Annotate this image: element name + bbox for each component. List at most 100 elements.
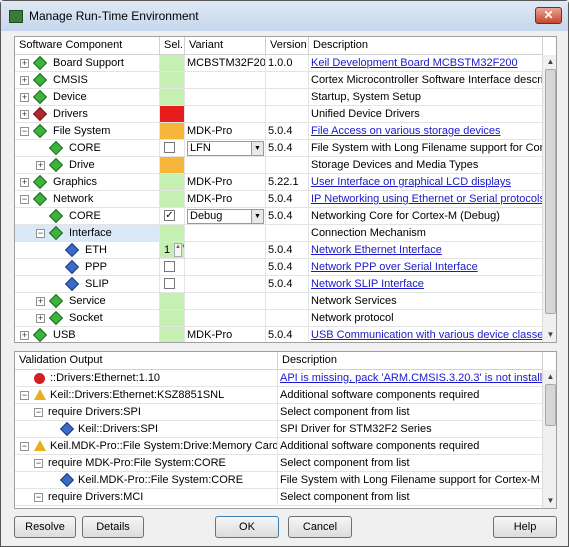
sel-cell[interactable] — [160, 157, 185, 174]
header-validation-output[interactable]: Validation Output — [15, 352, 278, 370]
expand-icon[interactable]: + — [36, 314, 45, 323]
validation-output-cell[interactable]: ::Drivers:Ethernet:1.10 — [15, 370, 278, 387]
component-name-cell[interactable]: CORE — [15, 140, 160, 157]
component-name-cell[interactable]: CORE — [15, 208, 160, 225]
collapse-icon[interactable]: − — [20, 391, 29, 400]
header-sel[interactable]: Sel. — [160, 37, 185, 55]
select-checkbox[interactable]: ✓ — [164, 210, 175, 222]
sel-cell[interactable] — [160, 276, 185, 293]
expand-icon[interactable]: + — [20, 76, 29, 85]
component-row[interactable]: + Device Startup, System Setup — [15, 89, 543, 106]
validation-row[interactable]: − Keil.MDK-Pro::File System:Drive:Memory … — [15, 438, 543, 455]
component-row[interactable]: SLIP 5.0.4 Network SLIP Interface — [15, 276, 543, 293]
component-name-cell[interactable]: + Drivers — [15, 106, 160, 123]
description-link[interactable]: Network Ethernet Interface — [309, 242, 543, 259]
validation-output-cell[interactable]: − require Drivers:MCI — [15, 489, 278, 506]
scroll-up-arrow-icon[interactable]: ▲ — [543, 55, 556, 69]
component-row[interactable]: + Graphics MDK-Pro 5.22.1 User Interface on … — [15, 174, 543, 191]
scroll-up-arrow-icon[interactable]: ▲ — [543, 370, 556, 384]
component-row[interactable]: + Service Network Services — [15, 293, 543, 310]
scroll-thumb[interactable] — [545, 384, 556, 426]
validation-output-cell[interactable]: − Keil::Drivers:Ethernet:KSZ8851SNL — [15, 387, 278, 404]
component-name-cell[interactable]: + Socket — [15, 310, 160, 327]
component-row[interactable]: + USB MDK-Pro 5.0.4 USB Communication with v… — [15, 327, 543, 342]
header-validation-description[interactable]: Description — [278, 352, 543, 370]
component-name-cell[interactable]: ETH — [15, 242, 160, 259]
collapse-icon[interactable]: − — [20, 442, 29, 451]
sel-cell[interactable] — [160, 225, 185, 242]
variant-cell[interactable]: LFN ▼ — [185, 140, 266, 157]
component-name-cell[interactable]: − File System — [15, 123, 160, 140]
sel-cell[interactable] — [160, 89, 185, 106]
sel-cell[interactable] — [160, 259, 185, 276]
validation-row[interactable]: − require MDK-Pro:File System:CORE Select … — [15, 455, 543, 472]
component-row[interactable]: + CMSIS Cortex Microcontroller Software In… — [15, 72, 543, 89]
scroll-thumb[interactable] — [545, 69, 556, 314]
component-name-cell[interactable]: − Network — [15, 191, 160, 208]
component-scrollbar[interactable]: ▲ ▼ — [542, 55, 556, 342]
component-name-cell[interactable]: + Service — [15, 293, 160, 310]
description-link[interactable]: File Access on various storage devices — [309, 123, 543, 140]
expand-icon[interactable]: + — [20, 110, 29, 119]
validation-row[interactable]: Keil::Drivers:SPI SPI Driver for STM32F2 … — [15, 421, 543, 438]
sel-cell[interactable] — [160, 191, 185, 208]
component-row[interactable]: − File System MDK-Pro 5.0.4 File Access on v… — [15, 123, 543, 140]
variant-cell[interactable]: Debug ▼ — [185, 208, 266, 225]
sel-cell[interactable] — [160, 310, 185, 327]
select-checkbox[interactable] — [164, 278, 175, 290]
component-row[interactable]: − Network MDK-Pro 5.0.4 IP Networking using … — [15, 191, 543, 208]
header-variant[interactable]: Variant — [185, 37, 266, 55]
validation-row[interactable]: − require Drivers:SPI Select component fro… — [15, 404, 543, 421]
validation-output-cell[interactable]: − require Drivers:SPI — [15, 404, 278, 421]
header-version[interactable]: Version — [266, 37, 309, 55]
sel-cell[interactable] — [160, 55, 185, 72]
component-row[interactable]: + Socket Network protocol — [15, 310, 543, 327]
description-link[interactable]: IP Networking using Ethernet or Serial p… — [309, 191, 543, 208]
component-name-cell[interactable]: + CMSIS — [15, 72, 160, 89]
component-name-cell[interactable]: + Device — [15, 89, 160, 106]
collapse-icon[interactable]: − — [34, 408, 43, 417]
expand-icon[interactable]: + — [36, 297, 45, 306]
validation-output-cell[interactable]: − require MDK-Pro:File System:CORE — [15, 455, 278, 472]
component-name-cell[interactable]: + Board Support — [15, 55, 160, 72]
variant-select[interactable]: Debug ▼ — [187, 209, 264, 224]
component-name-cell[interactable]: + Graphics — [15, 174, 160, 191]
description-link[interactable]: Keil Development Board MCBSTM32F200 — [309, 55, 543, 72]
help-button[interactable]: Help — [493, 516, 557, 538]
sel-cell[interactable] — [160, 174, 185, 191]
title-bar[interactable]: Manage Run-Time Environment ✕ — [1, 1, 568, 31]
expand-icon[interactable]: + — [20, 59, 29, 68]
expand-icon[interactable]: + — [36, 161, 45, 170]
scroll-down-arrow-icon[interactable]: ▼ — [543, 328, 556, 342]
validation-row[interactable]: ::Drivers:Ethernet:1.10 API is missing, p… — [15, 370, 543, 387]
description-link[interactable]: USB Communication with various device cl… — [309, 327, 543, 342]
expand-icon[interactable]: + — [20, 178, 29, 187]
collapse-icon[interactable]: − — [36, 229, 45, 238]
validation-output-cell[interactable]: Keil.MDK-Pro::File System:CORE — [15, 472, 278, 489]
sel-cell[interactable] — [160, 293, 185, 310]
header-software-component[interactable]: Software Component — [15, 37, 160, 55]
sel-cell[interactable] — [160, 327, 185, 342]
validation-description-link[interactable]: API is missing, pack 'ARM.CMSIS.3.20.3' … — [278, 370, 543, 387]
select-checkbox[interactable] — [164, 142, 175, 154]
component-name-cell[interactable]: + USB — [15, 327, 160, 342]
sel-cell[interactable] — [160, 140, 185, 157]
description-link[interactable]: Network PPP over Serial Interface — [309, 259, 543, 276]
validation-row[interactable]: − Keil::Drivers:Ethernet:KSZ8851SNL Additi… — [15, 387, 543, 404]
component-row[interactable]: + Drive Storage Devices and Media Types — [15, 157, 543, 174]
validation-row[interactable]: − require Drivers:MCI Select component fro… — [15, 489, 543, 506]
sel-cell[interactable] — [160, 106, 185, 123]
close-button[interactable]: ✕ — [535, 7, 562, 24]
component-name-cell[interactable]: PPP — [15, 259, 160, 276]
details-button[interactable]: Details — [82, 516, 144, 538]
component-name-cell[interactable]: SLIP — [15, 276, 160, 293]
description-link[interactable]: User Interface on graphical LCD displays — [309, 174, 543, 191]
validation-output-cell[interactable]: − Keil.MDK-Pro::File System:Drive:Memory … — [15, 438, 278, 455]
scroll-down-arrow-icon[interactable]: ▼ — [543, 494, 556, 508]
expand-icon[interactable]: + — [20, 331, 29, 340]
sel-cell[interactable]: ✓ — [160, 208, 185, 225]
sel-cell[interactable]: 1 ▲▼ — [160, 242, 185, 259]
component-row[interactable]: + Board Support MCBSTM32F200 1.0.0 Keil Deve… — [15, 55, 543, 72]
ok-button[interactable]: OK — [215, 516, 279, 538]
spinner-arrows-icon[interactable]: ▲▼ — [174, 243, 184, 257]
